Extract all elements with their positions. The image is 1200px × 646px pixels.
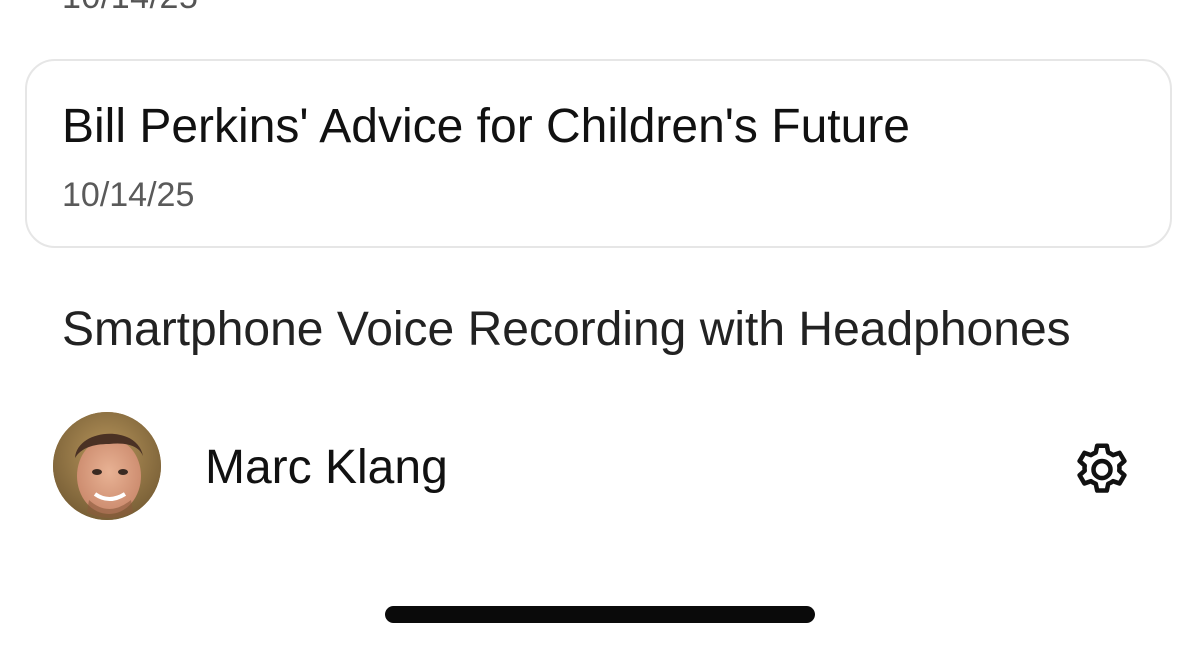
sidebar-chat-history: 10/14/25 Bill Perkins' Advice for Childr… [0,0,1200,646]
home-indicator[interactable] [385,606,815,623]
chat-item-date: 10/14/25 [62,176,195,214]
gear-icon [1077,443,1127,493]
settings-button[interactable] [1068,435,1136,503]
profile-row[interactable]: Marc Klang [0,412,1200,522]
chat-item[interactable]: Smartphone Voice Recording with Headphon… [62,302,1071,357]
chat-item-selected[interactable]: Bill Perkins' Advice for Children's Futu… [25,59,1172,248]
avatar[interactable] [53,412,161,520]
user-name[interactable]: Marc Klang [205,440,448,495]
chat-item-title: Bill Perkins' Advice for Children's Futu… [62,100,910,153]
avatar-photo [53,412,161,520]
previous-chat-date: 10/14/25 [62,0,198,17]
